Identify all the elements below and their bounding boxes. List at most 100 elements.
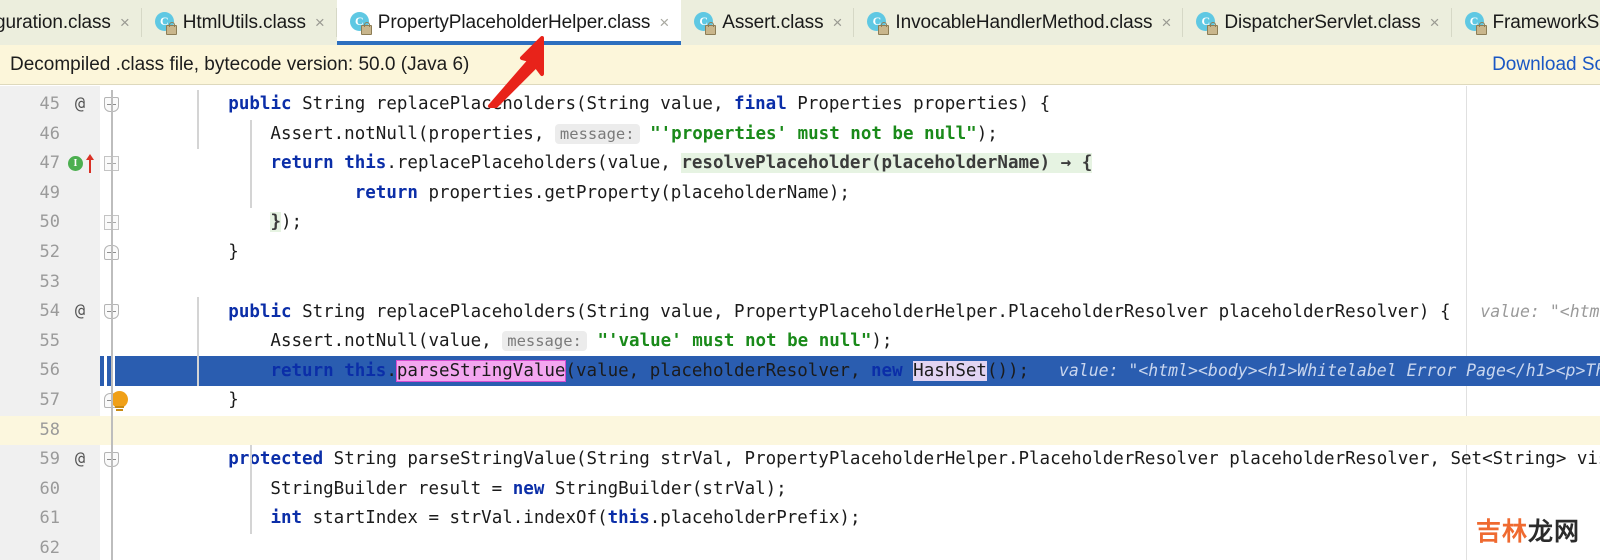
editor-tab-bar[interactable]: guration.class × C HtmlUtils.class × C Propert… (0, 0, 1600, 46)
code-line[interactable]: 46 Assert.notNull(properties, message: "… (0, 120, 1600, 150)
code-token: . (386, 361, 397, 382)
code-line[interactable]: 59 @ protected String parseStringValue(St… (0, 445, 1600, 475)
line-number: 58 (39, 419, 60, 440)
code-token: StringBuilder result = (144, 478, 513, 499)
code-token: "'value' must not be null" (597, 330, 872, 351)
line-number: 60 (39, 478, 60, 499)
close-icon[interactable]: × (830, 14, 842, 31)
code-line[interactable]: 57 } (0, 386, 1600, 416)
code-line[interactable]: 62 (0, 534, 1600, 560)
close-icon[interactable]: × (1428, 14, 1440, 31)
code-token: public (228, 302, 303, 323)
close-icon[interactable]: × (1159, 14, 1171, 31)
code-line-text: } (144, 238, 239, 268)
close-icon[interactable]: × (118, 14, 130, 31)
lock-icon (878, 22, 890, 35)
code-line-text: Assert.notNull(properties, message: "'pr… (144, 120, 998, 150)
java-class-icon: C (1464, 12, 1487, 35)
editor-tab-propertyplaceholderhelper-class[interactable]: C PropertyPlaceholderHelper.class × (336, 0, 682, 45)
code-token: String replacePlaceholders(String value,… (302, 302, 1451, 323)
code-token: .placeholderPrefix); (649, 508, 861, 529)
line-number: 57 (39, 390, 60, 410)
code-line-text: return this.parseStringValue(value, plac… (144, 356, 1600, 386)
close-icon[interactable]: × (657, 14, 669, 31)
code-line-text: StringBuilder result = new StringBuilder… (144, 475, 786, 505)
editor-tab-label: HtmlUtils.class (182, 11, 306, 33)
line-number: 62 (39, 538, 60, 558)
code-token: value: "<html> (1480, 302, 1600, 322)
code-line[interactable]: 45 @ public String replacePlaceholders(St… (0, 90, 1600, 120)
code-line-text: }); (144, 208, 302, 238)
line-number: 52 (39, 242, 60, 262)
code-line[interactable]: 58 (0, 416, 1600, 446)
code-token: message: (554, 123, 640, 144)
download-sources-link[interactable]: Download Sour (1492, 54, 1600, 76)
java-class-icon: C (694, 12, 717, 35)
code-line-text: Assert.notNull(value, message: "'value' … (144, 327, 892, 357)
code-token: startIndex = strVal.indexOf( (312, 508, 608, 529)
line-number: 49 (39, 182, 60, 203)
line-number: 56 (39, 360, 60, 381)
line-number: 59 (39, 449, 60, 470)
code-line[interactable]: 61 int startIndex = strVal.indexOf(this.… (0, 504, 1600, 534)
fold-connector-line (111, 90, 113, 560)
code-token: resolvePlaceholder(placeholderName) → { (681, 153, 1093, 174)
code-token: Properties properties) { (797, 94, 1051, 114)
code-line[interactable]: 52 } (0, 238, 1600, 268)
java-class-icon: C (154, 12, 177, 35)
indent-guide (197, 90, 199, 150)
line-number: 50 (39, 212, 60, 233)
lock-icon (165, 22, 177, 35)
editor-tab-htmlutils-class[interactable]: C HtmlUtils.class × (142, 0, 337, 45)
code-editor[interactable]: 45 @ public String replacePlaceholders(St… (0, 86, 1600, 560)
decompiled-notice-text: Decompiled .class file, bytecode version… (10, 53, 470, 75)
code-line[interactable]: 47 return this.replacePlaceholders(value… (0, 149, 1600, 179)
code-token: return this (270, 153, 387, 174)
code-token: ()); (986, 361, 1030, 382)
editor-tab-label: PropertyPlaceholderHelper.class (377, 11, 651, 33)
watermark-part1: 吉林 (1475, 517, 1528, 546)
line-number: 54 (39, 301, 60, 322)
intention-bulb-icon[interactable] (110, 391, 129, 411)
editor-tab-label: guration.class (0, 11, 111, 33)
editor-tab-label: DispatcherServlet.class (1224, 11, 1421, 33)
code-line-text: } (144, 386, 239, 416)
code-token: protected (228, 449, 334, 470)
editor-tab-label: InvocableHandlerMethod.class (895, 11, 1153, 33)
indent-guide (250, 445, 252, 534)
lock-icon (705, 22, 717, 35)
code-token: } (270, 212, 281, 233)
lock-icon (1207, 22, 1219, 35)
code-token: } (144, 390, 239, 410)
code-line-text: public String replacePlaceholders(String… (144, 90, 1050, 120)
code-token: message: (502, 330, 587, 351)
java-class-icon: C (349, 12, 372, 35)
code-token: HashSet (913, 361, 987, 382)
line-number: 55 (39, 330, 60, 351)
indent-guide (197, 297, 199, 386)
code-line[interactable]: 60 StringBuilder result = new StringBuil… (0, 475, 1600, 505)
code-line[interactable]: 53 (0, 268, 1600, 298)
editor-tab-assert-class[interactable]: C Assert.class × (681, 0, 855, 45)
close-icon[interactable]: × (313, 14, 325, 31)
editor-tab-guration-class[interactable]: guration.class × (0, 0, 142, 45)
editor-tab-dispatcherservlet-class[interactable]: C DispatcherServlet.class × (1183, 0, 1452, 45)
code-token: "'properties' must not be null" (650, 123, 977, 144)
watermark: 吉林龙网 (1476, 512, 1580, 548)
editor-tab-frameworks[interactable]: C FrameworkS (1452, 0, 1600, 45)
code-line[interactable]: 54 @ public String replacePlaceholders(St… (0, 297, 1600, 327)
code-line[interactable]: 55 Assert.notNull(value, message: "'valu… (0, 327, 1600, 357)
override-up-arrow-icon[interactable] (85, 153, 95, 174)
code-token: return this (270, 361, 387, 382)
editor-tab-invocablehandlermethod-class[interactable]: C InvocableHandlerMethod.class × (854, 0, 1184, 45)
code-line[interactable]: 49 return properties.getProperty(placeho… (0, 179, 1600, 209)
code-line[interactable]: 50 }); (0, 208, 1600, 238)
code-line[interactable]: 56 return this.parseStringValue(value, p… (0, 356, 1600, 386)
code-token: return (354, 182, 429, 203)
code-lines-container[interactable]: 45 @ public String replacePlaceholders(St… (0, 86, 1600, 560)
